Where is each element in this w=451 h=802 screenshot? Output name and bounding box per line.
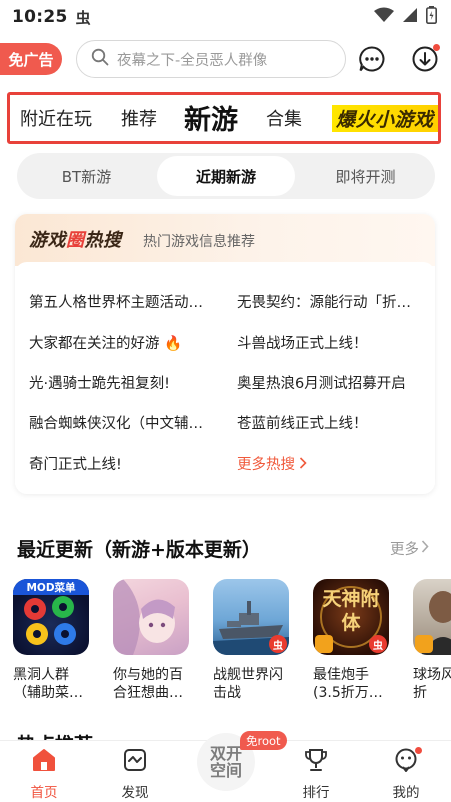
root-free-badge: 免root — [240, 731, 287, 750]
hot-recommend-title: 热点推荐 — [17, 730, 93, 740]
signal-icon — [402, 7, 418, 27]
tab-collections[interactable]: 合集 — [266, 105, 302, 131]
hot-search-item[interactable]: 融合蜘蛛侠汉化（中文辅… — [29, 412, 203, 433]
nav-discover-label: 发现 — [121, 785, 149, 801]
game-name: 球场风（0.1折 — [413, 667, 451, 701]
status-time: 10:25 — [12, 7, 68, 27]
hot-search-card: 游戏圈热搜 热门游戏信息推荐 第五人格世界杯主题活动… 无畏契约：源能行动「折…… — [15, 214, 435, 494]
bug-status-icon: 虫 — [75, 8, 91, 27]
status-bar: 10:25 虫 — [0, 0, 451, 34]
hot-search-item[interactable]: 苍蓝前线正式上线！ — [237, 412, 368, 433]
game-icon-title: 天神附体 — [322, 588, 380, 634]
game-name: 你与她的百合狂想曲… — [113, 667, 183, 701]
game-icon: 虫 — [213, 579, 289, 655]
recent-updates-title: 最近更新（新游+版本更新） — [17, 539, 261, 561]
tab-new-games[interactable]: 新游 — [184, 98, 238, 137]
segment-upcoming-tests[interactable]: 即将开测 — [296, 153, 435, 199]
ad-free-button[interactable]: 免广告 — [0, 43, 62, 75]
bottom-navigation: 首页 发现 双开空间 免root 排行 我的 — [0, 731, 451, 802]
game-icon — [113, 579, 189, 655]
home-icon — [31, 747, 57, 777]
game-name: 黑洞人群（辅助菜… — [13, 667, 83, 701]
search-icon — [91, 48, 109, 70]
nav-mine[interactable]: 我的 — [376, 747, 436, 801]
notification-dot — [433, 44, 440, 51]
discover-icon — [122, 747, 148, 777]
hot-search-logo: 游戏圈热搜 — [29, 230, 122, 251]
hot-search-list: 第五人格世界杯主题活动… 无畏契约：源能行动「折… 大家都在关注的好游 🔥 斗兽… — [15, 262, 435, 494]
nav-mine-label: 我的 — [392, 785, 420, 801]
hot-search-item[interactable]: 大家都在关注的好游 🔥 — [29, 332, 182, 353]
game-card[interactable]: MOD菜单 黑洞人群（辅助菜… — [13, 579, 93, 704]
nav-discover[interactable]: 发现 — [105, 747, 165, 801]
bug-badge-icon: 虫 — [369, 635, 387, 653]
more-hot-search-link[interactable]: 更多热搜 — [237, 453, 307, 474]
chevron-right-icon — [299, 457, 307, 473]
nav-home[interactable]: 首页 — [14, 747, 74, 801]
game-icon: MOD菜单 — [13, 579, 89, 655]
hot-search-item[interactable]: 无畏契约：源能行动「折… — [237, 291, 411, 312]
tab-hot-mini-games[interactable]: 爆火小游戏 — [332, 104, 438, 132]
search-placeholder: 夜幕之下-全员恶人群像 — [117, 52, 268, 69]
game-name: 最佳炮手(3.5折万… — [313, 667, 383, 701]
game-card[interactable]: 虫 战舰世界闪击战 — [213, 579, 293, 704]
tab-recommend[interactable]: 推荐 — [121, 105, 157, 131]
game-name: 战舰世界闪击战 — [213, 667, 283, 701]
top-category-tabs: 附近在玩 推荐 新游 合集 爆火小游戏 — [7, 92, 441, 144]
hot-search-item[interactable]: 斗兽战场正式上线！ — [237, 332, 368, 353]
download-icon[interactable] — [410, 44, 440, 74]
trophy-icon — [303, 747, 329, 777]
notification-dot — [415, 747, 422, 754]
recent-updates-more-link[interactable]: 更多 — [390, 538, 429, 559]
wifi-icon — [374, 7, 394, 27]
search-input[interactable]: 夜幕之下-全员恶人群像 — [76, 40, 346, 78]
new-games-segmented-control: BT新游 近期新游 即将开测 — [17, 153, 435, 199]
battery-icon — [426, 6, 437, 28]
hot-search-item[interactable]: 奇门正式上线! — [29, 453, 122, 474]
dual-space-label: 双开空间 — [209, 744, 242, 780]
game-card[interactable]: 球场风（0.1折 — [413, 579, 451, 704]
nav-ranking-label: 排行 — [302, 785, 330, 801]
bug-badge-icon: 虫 — [269, 635, 287, 653]
tag-badge-icon — [415, 635, 433, 653]
game-icon — [413, 579, 451, 655]
nav-ranking[interactable]: 排行 — [286, 747, 346, 801]
hot-search-item[interactable]: 光·遇骑士跪先祖复刻! — [29, 372, 170, 393]
hot-search-header: 游戏圈热搜 热门游戏信息推荐 — [15, 214, 435, 266]
game-icon: 天神附体 虫 — [313, 579, 389, 655]
game-card[interactable]: 天神附体 虫 最佳炮手(3.5折万… — [313, 579, 393, 704]
hot-search-item[interactable]: 第五人格世界杯主题活动… — [29, 291, 203, 312]
chevron-right-icon — [421, 540, 429, 557]
hot-search-subtitle: 热门游戏信息推荐 — [143, 234, 255, 250]
tag-badge-icon — [315, 635, 333, 653]
mod-menu-badge: MOD菜单 — [26, 582, 76, 594]
hot-search-item[interactable]: 奥星热浪6月测试招募开启 — [237, 372, 406, 393]
game-card[interactable]: 你与她的百合狂想曲… — [113, 579, 193, 704]
message-icon[interactable] — [357, 44, 387, 74]
search-header: 免广告 夜幕之下-全员恶人群像 — [0, 40, 451, 80]
segment-bt-new-games[interactable]: BT新游 — [17, 153, 156, 199]
segment-recent-new-games[interactable]: 近期新游 — [157, 156, 295, 196]
nav-home-label: 首页 — [30, 785, 58, 801]
tab-nearby[interactable]: 附近在玩 — [20, 105, 92, 131]
